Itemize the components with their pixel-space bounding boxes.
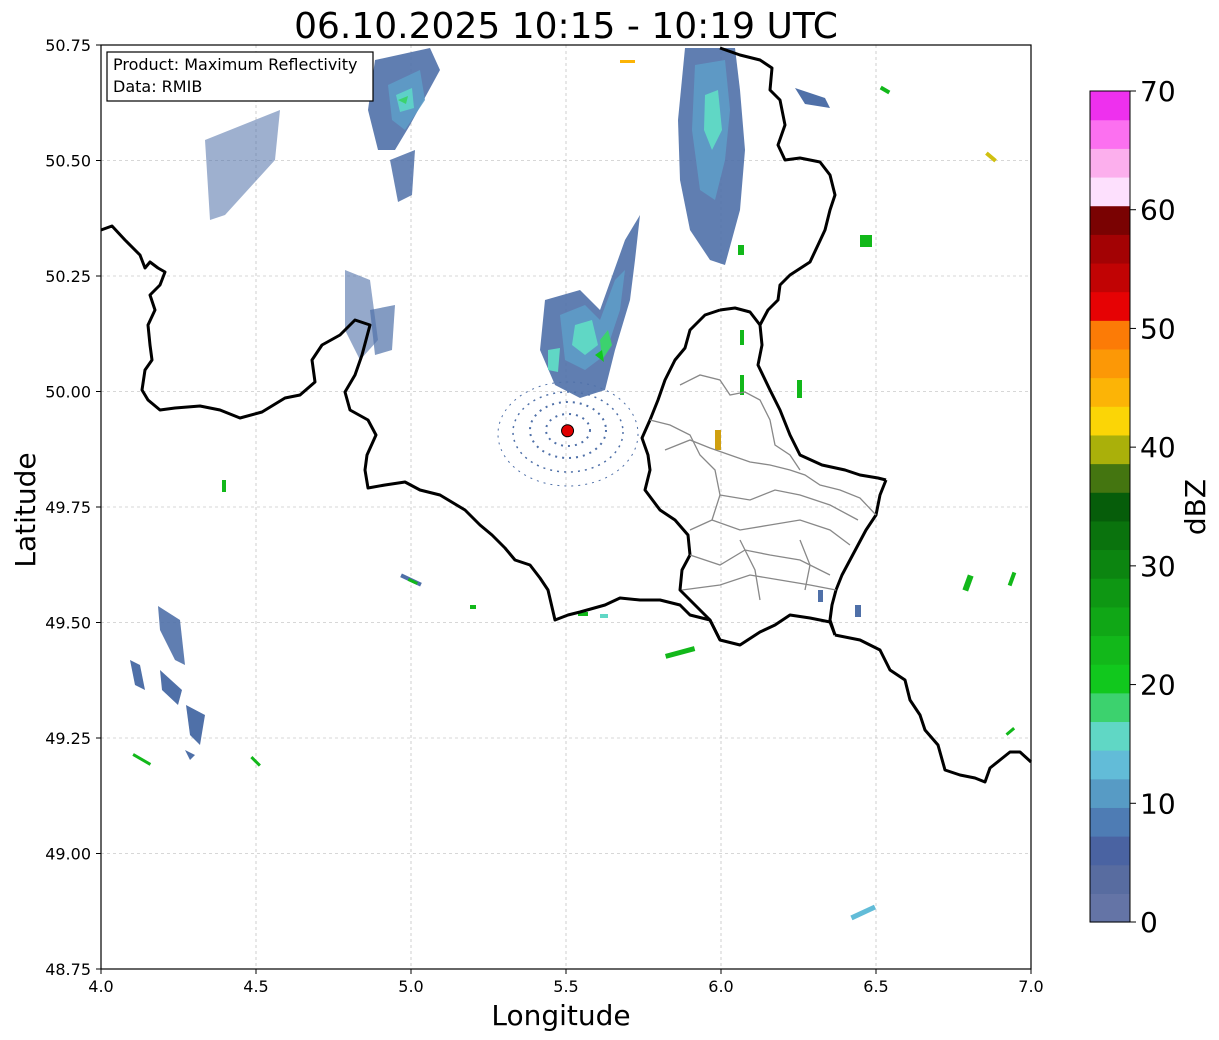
- x-axis-ticks: 4.0 4.5 5.0 5.5 6.0 6.5 7.0: [88, 969, 1044, 996]
- colorbar-segment: [1090, 119, 1130, 149]
- colorbar-segment: [1090, 205, 1130, 235]
- radar-figure: 06.10.2025 10:15 - 10:19 UTC 4.0 4.5 5.0…: [9, 6, 1212, 1032]
- colorbar-tick-label: 30: [1140, 550, 1176, 583]
- colorbar-segment: [1090, 291, 1130, 321]
- y-tick-label: 49.75: [45, 498, 91, 517]
- colorbar-segment: [1090, 721, 1130, 751]
- colorbar-segment: [1090, 549, 1130, 579]
- colorbar-segment: [1090, 893, 1130, 923]
- info-product-line: Product: Maximum Reflectivity: [113, 55, 357, 74]
- colorbar-segment: [1090, 864, 1130, 894]
- colorbar-segment: [1090, 148, 1130, 178]
- colorbar-segment: [1090, 807, 1130, 837]
- colorbar-label: dBZ: [1179, 479, 1212, 535]
- x-axis-label: Longitude: [491, 999, 630, 1032]
- x-tick-label: 5.0: [398, 977, 423, 996]
- product-info-box: Product: Maximum Reflectivity Data: RMIB: [106, 51, 374, 102]
- colorbar-segment: [1090, 692, 1130, 723]
- colorbar-segment: [1090, 836, 1130, 866]
- y-tick-label: 49.50: [45, 614, 91, 633]
- radar-site-marker[interactable]: [561, 424, 575, 438]
- y-tick-label: 49.00: [45, 845, 91, 864]
- x-tick-label: 6.0: [708, 977, 733, 996]
- colorbar-segment: [1090, 234, 1130, 264]
- colorbar-tick-label: 60: [1140, 194, 1176, 227]
- colorbar-ticks: 0 10 20 30 40 50 60 70: [1130, 75, 1176, 939]
- colorbar-segment: [1090, 492, 1130, 522]
- figure-title: 06.10.2025 10:15 - 10:19 UTC: [294, 6, 838, 47]
- colorbar-segment: [1090, 578, 1130, 608]
- colorbar-segment: [1090, 778, 1130, 808]
- colorbar: [1089, 90, 1131, 923]
- colorbar-segment: [1090, 262, 1130, 293]
- y-axis-label: Latitude: [9, 452, 42, 567]
- colorbar-tick-label: 70: [1140, 75, 1176, 108]
- y-tick-label: 50.50: [45, 152, 91, 171]
- y-tick-label: 48.75: [45, 960, 91, 979]
- colorbar-segment: [1090, 348, 1130, 379]
- colorbar-segment: [1090, 91, 1130, 121]
- x-tick-label: 5.5: [553, 977, 578, 996]
- colorbar-tick-label: 0: [1140, 906, 1158, 939]
- y-tick-label: 49.25: [45, 729, 91, 748]
- colorbar-segment: [1090, 377, 1130, 407]
- colorbar-tick-label: 20: [1140, 669, 1176, 702]
- colorbar-segment: [1090, 664, 1130, 694]
- y-tick-label: 50.25: [45, 267, 91, 286]
- colorbar-tick-label: 40: [1140, 431, 1176, 464]
- colorbar-segment: [1090, 606, 1130, 637]
- y-tick-label: 50.75: [45, 36, 91, 55]
- colorbar-segment: [1090, 520, 1130, 551]
- info-data-line: Data: RMIB: [113, 77, 202, 96]
- y-tick-label: 50.00: [45, 383, 91, 402]
- colorbar-segment: [1090, 434, 1130, 465]
- x-tick-label: 6.5: [863, 977, 888, 996]
- colorbar-tick-label: 50: [1140, 312, 1176, 345]
- colorbar-segment: [1090, 320, 1130, 350]
- y-axis-ticks: 48.75 49.00 49.25 49.50 49.75 50.00 50.25 50.50…: [45, 36, 101, 979]
- colorbar-segment: [1090, 635, 1130, 665]
- colorbar-tick-label: 10: [1140, 787, 1176, 820]
- x-tick-label: 4.5: [243, 977, 268, 996]
- colorbar-segment: [1090, 406, 1130, 436]
- x-tick-label: 4.0: [88, 977, 113, 996]
- x-tick-label: 7.0: [1018, 977, 1043, 996]
- colorbar-segment: [1090, 750, 1130, 780]
- colorbar-segment: [1090, 176, 1130, 207]
- colorbar-segment: [1090, 463, 1130, 493]
